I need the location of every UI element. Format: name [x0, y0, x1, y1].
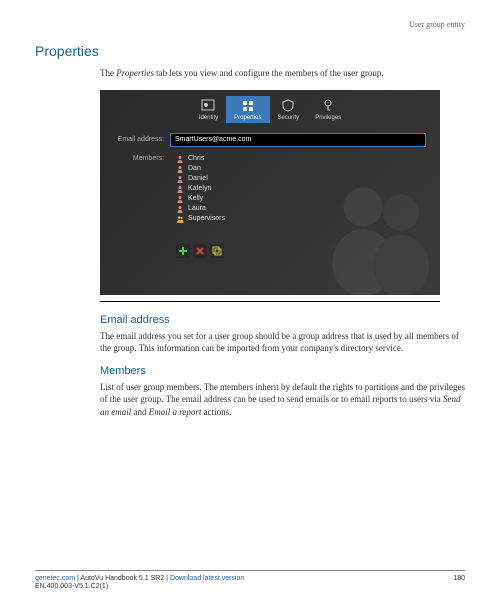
member-name: Supervisors [188, 215, 225, 222]
member-name: Daniel [188, 175, 208, 182]
remove-button[interactable] [193, 244, 207, 258]
footer-page-number: 180 [453, 575, 465, 590]
member-name: Kelly [188, 195, 203, 202]
member-name: Chris [188, 155, 204, 162]
header-entity-label: User group entity [35, 20, 465, 29]
user-icon [176, 165, 184, 173]
member-name: Dan [188, 165, 201, 172]
divider [100, 301, 440, 302]
identity-icon [200, 98, 216, 112]
list-item[interactable]: Chris [176, 154, 426, 164]
user-icon [176, 175, 184, 183]
members-text-em2: Email a report [149, 407, 202, 417]
user-icon [176, 195, 184, 203]
page-title: Properties [35, 43, 465, 59]
app-window: Identity Properties Security Privileges … [100, 90, 440, 295]
footer-brand-link[interactable]: genetec.com [35, 575, 75, 582]
email-section: Email address The email address you set … [100, 314, 465, 355]
tab-privileges-label: Privileges [315, 115, 341, 121]
member-name: Katelyn [188, 185, 211, 192]
footer-code: EN.400.003-V5.1.C2(1) [35, 583, 244, 590]
tab-properties-label: Properties [234, 115, 261, 121]
privileges-icon [320, 98, 336, 112]
footer-download-link[interactable]: Download latest version [170, 575, 244, 582]
group-icon [176, 215, 184, 223]
members-section: Members List of user group members. The … [100, 365, 465, 419]
member-name: Laura [188, 205, 206, 212]
members-text-mid: and [131, 407, 149, 417]
intro-suffix: tab lets you view and configure the memb… [154, 68, 384, 78]
email-section-title: Email address [100, 314, 465, 326]
intro-text: The Properties tab lets you view and con… [100, 67, 465, 80]
email-input[interactable] [170, 133, 426, 147]
members-text-suffix: actions. [201, 407, 231, 417]
footer: genetec.com | AutoVu Handbook 5.1 SR2 | … [35, 570, 465, 590]
email-label: Email address: [114, 136, 170, 143]
properties-icon [240, 98, 256, 112]
footer-doc: AutoVu Handbook 5.1 SR2 [80, 575, 164, 582]
intro-prefix: The [100, 68, 116, 78]
security-icon [280, 98, 296, 112]
watermark-avatar [310, 165, 440, 295]
tab-properties[interactable]: Properties [226, 96, 269, 123]
add-button[interactable] [176, 244, 190, 258]
members-section-text: List of user group members. The members … [100, 381, 465, 419]
tab-privileges[interactable]: Privileges [307, 96, 349, 123]
user-icon [176, 185, 184, 193]
tab-bar: Identity Properties Security Privileges [100, 90, 440, 123]
user-icon [176, 205, 184, 213]
tab-security-label: Security [278, 115, 300, 121]
tab-identity-label: Identity [199, 115, 218, 121]
email-section-text: The email address you set for a user gro… [100, 330, 465, 355]
members-section-title: Members [100, 365, 465, 377]
intro-em: Properties [116, 68, 154, 78]
email-row: Email address: [114, 133, 426, 147]
members-label: Members: [114, 155, 170, 162]
members-text-prefix: List of user group members. The members … [100, 382, 465, 405]
copy-button[interactable] [210, 244, 224, 258]
user-icon [176, 155, 184, 163]
tab-identity[interactable]: Identity [191, 96, 226, 123]
tab-security[interactable]: Security [270, 96, 308, 123]
